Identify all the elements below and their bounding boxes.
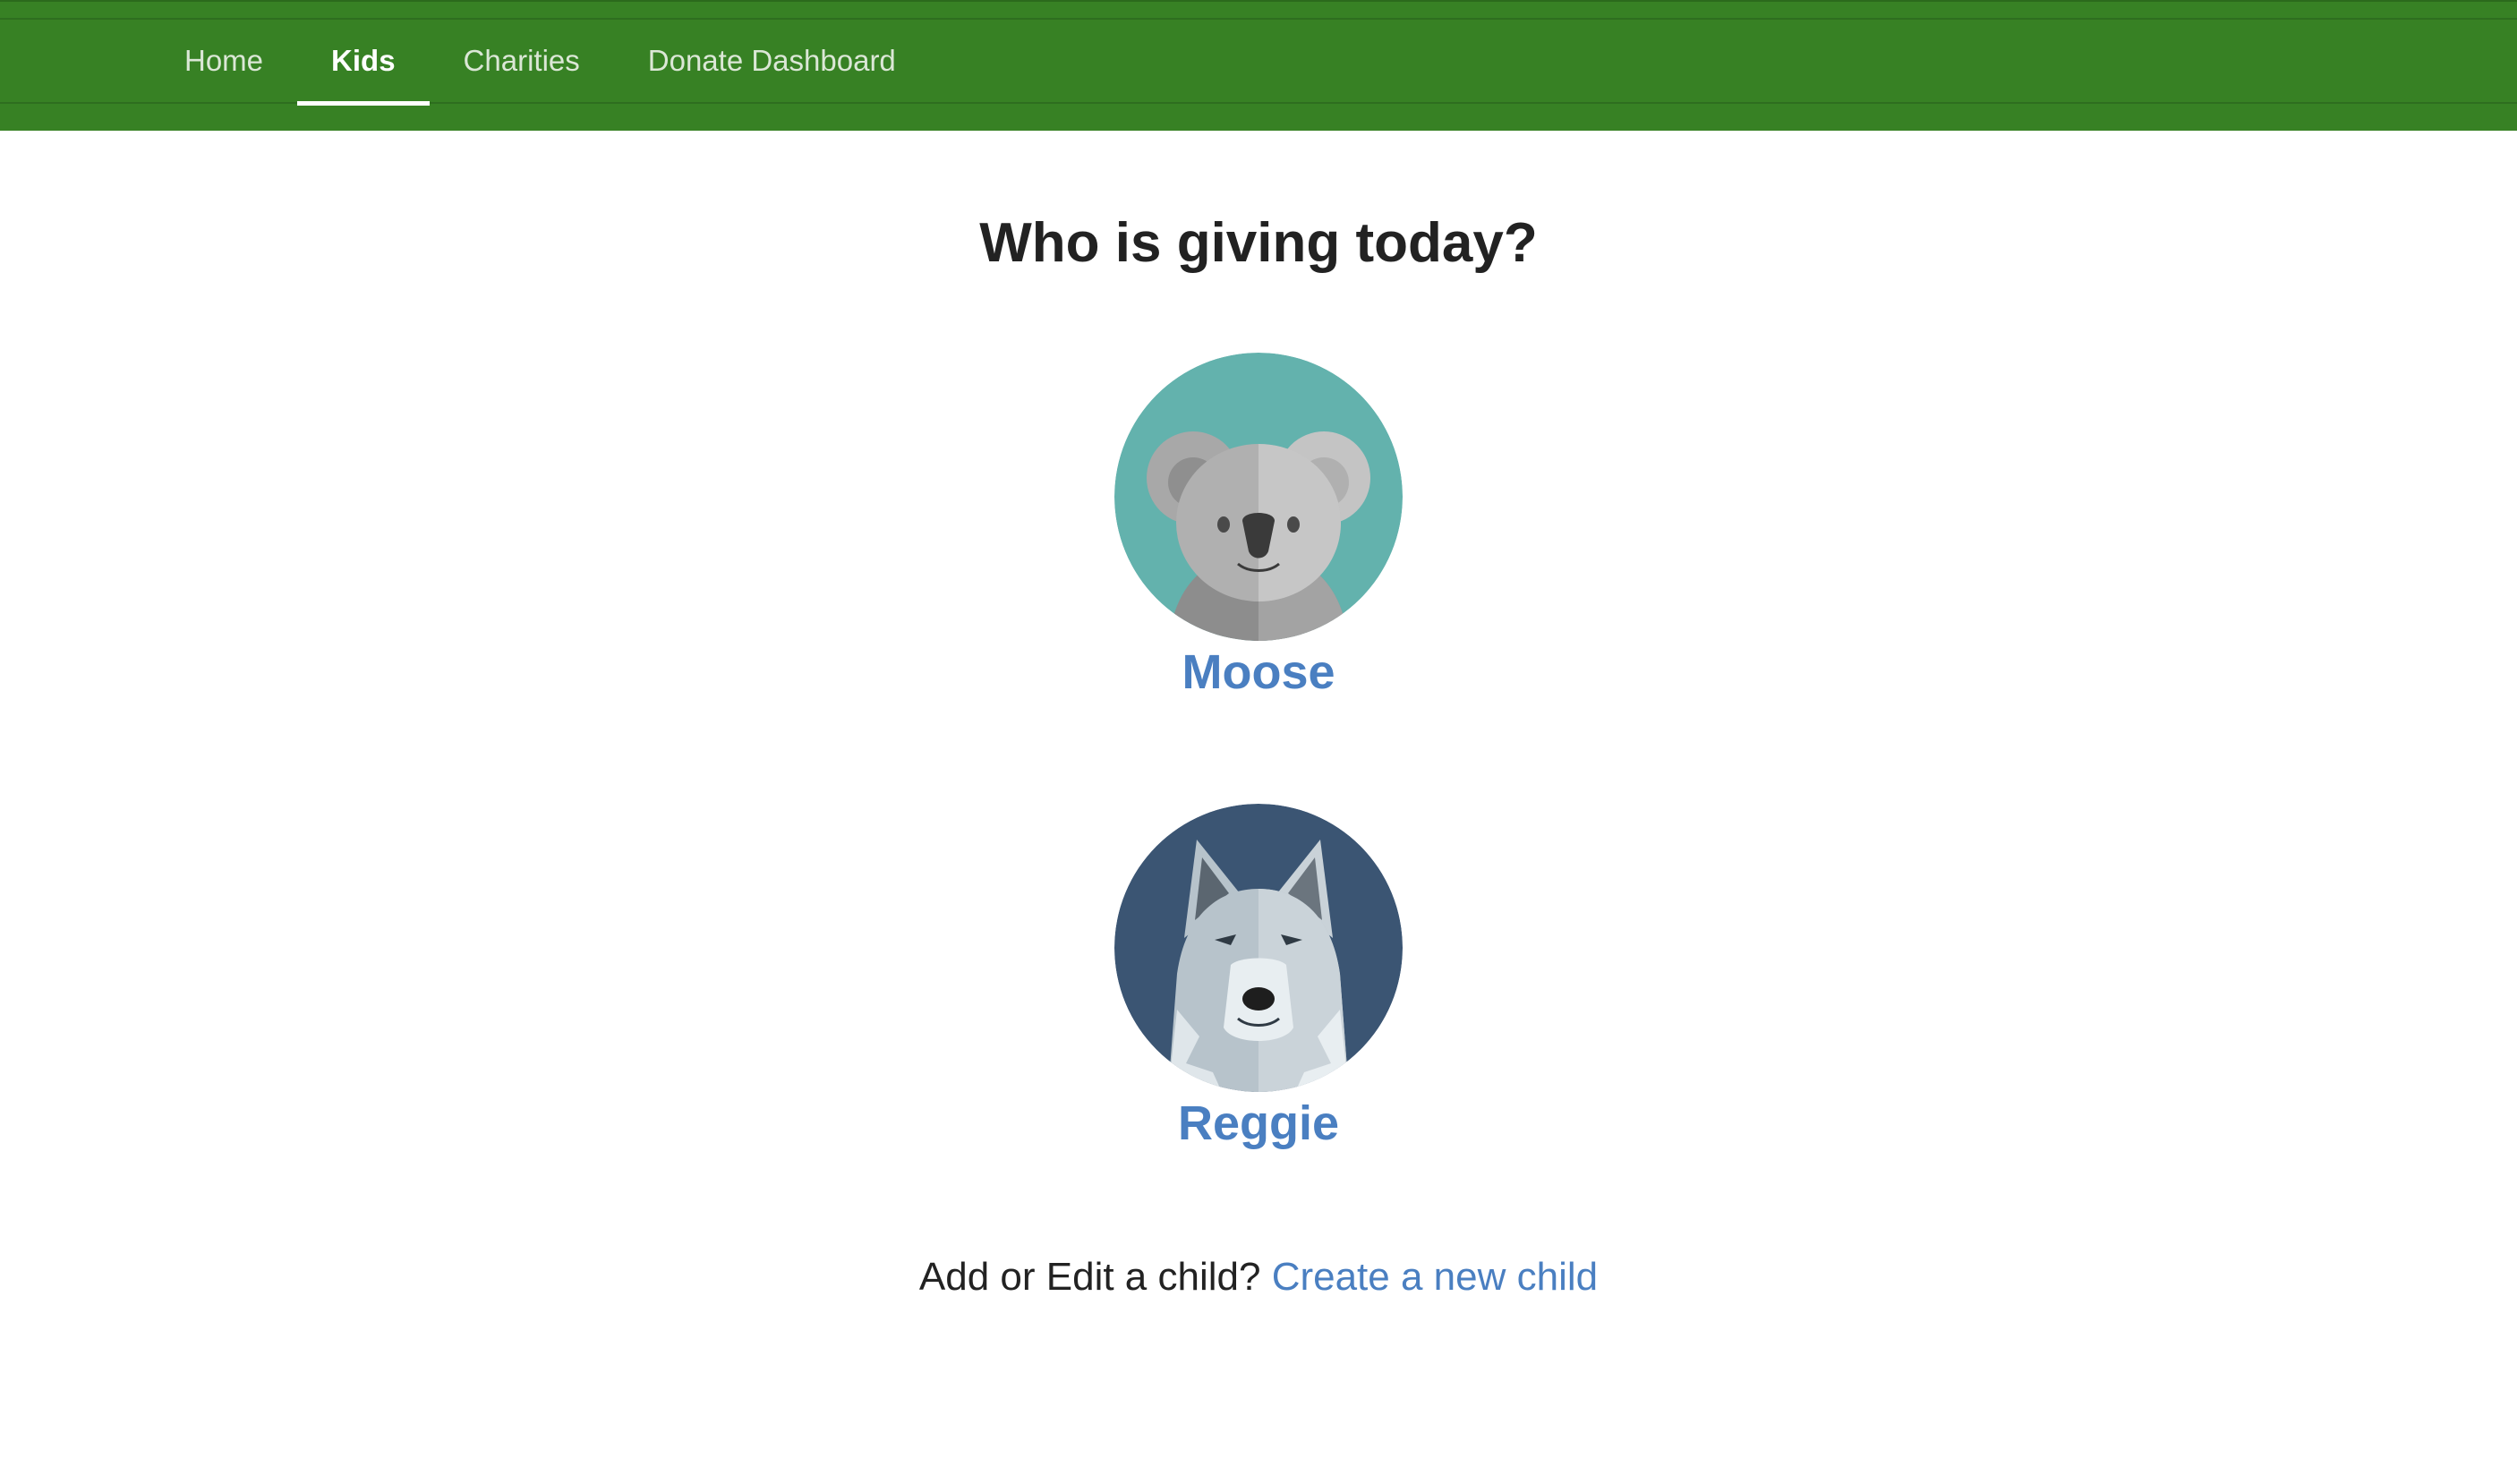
nav-item-charities[interactable]: Charities <box>430 20 614 102</box>
kid-name-moose[interactable]: Moose <box>1114 644 1403 700</box>
add-child-line: Add or Edit a child? Create a new child <box>0 1255 2517 1300</box>
nav-item-home[interactable]: Home <box>150 20 297 102</box>
create-child-link[interactable]: Create a new child <box>1272 1255 1598 1299</box>
nav-item-kids[interactable]: Kids <box>297 20 430 106</box>
nav-item-donate-dashboard[interactable]: Donate Dashboard <box>614 20 930 102</box>
kid-card-reggie[interactable]: Reggie <box>1114 804 1403 1151</box>
kid-name-reggie[interactable]: Reggie <box>1114 1096 1403 1151</box>
nav-menu: Home Kids Charities Donate Dashboard <box>150 20 930 106</box>
top-navbar: Home Kids Charities Donate Dashboard <box>0 0 2517 131</box>
wolf-icon[interactable] <box>1114 804 1403 1092</box>
add-child-prompt: Add or Edit a child? <box>918 1255 1261 1299</box>
koala-icon[interactable] <box>1114 353 1403 641</box>
kid-card-moose[interactable]: Moose <box>1114 353 1403 700</box>
page-title: Who is giving today? <box>979 212 1538 274</box>
